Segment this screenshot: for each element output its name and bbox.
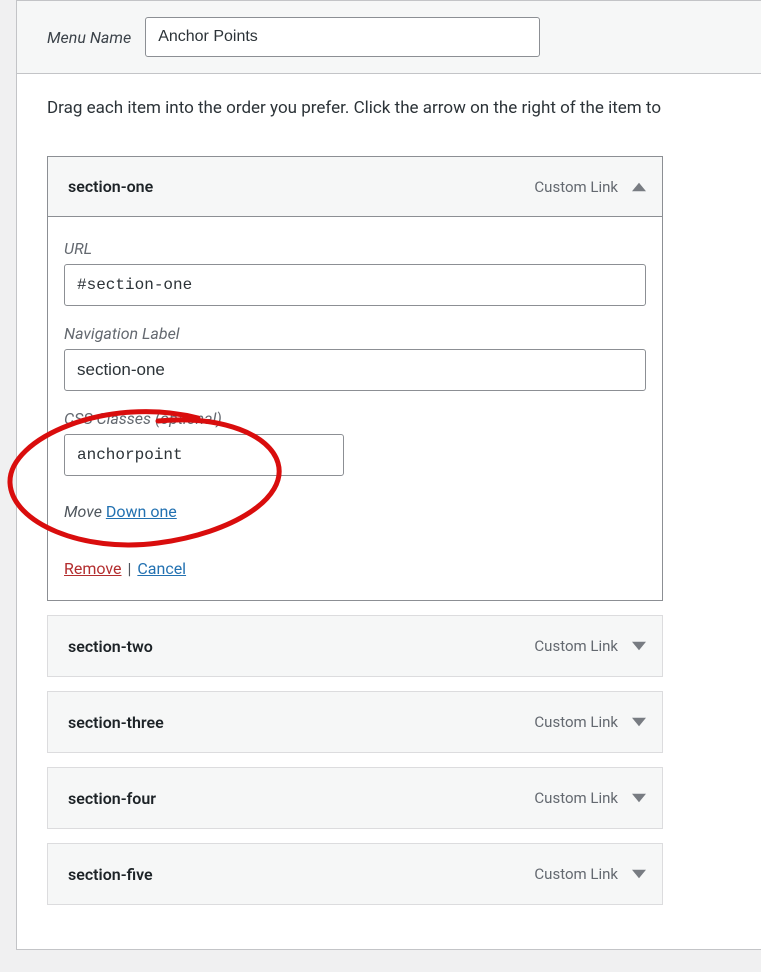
menu-item-handle[interactable]: section-three Custom Link xyxy=(48,692,662,752)
menu-item-collapsed: section-five Custom Link xyxy=(47,843,663,905)
menu-item-type: Custom Link xyxy=(534,865,618,883)
menu-item-title: section-one xyxy=(68,177,153,196)
cancel-link[interactable]: Cancel xyxy=(137,559,186,578)
menu-item-title: section-four xyxy=(68,789,156,808)
menu-item-settings: URL Navigation Label CSS Classes (option… xyxy=(48,217,662,600)
action-row: Remove | Cancel xyxy=(64,559,646,578)
menu-item-handle[interactable]: section-five Custom Link xyxy=(48,844,662,904)
menu-item-handle[interactable]: section-two Custom Link xyxy=(48,616,662,676)
collapse-arrow-icon[interactable] xyxy=(632,180,646,194)
menu-item-collapsed: section-two Custom Link xyxy=(47,615,663,677)
expand-arrow-icon[interactable] xyxy=(632,791,646,805)
move-down-link[interactable]: Down one xyxy=(106,502,177,521)
menu-item-type: Custom Link xyxy=(534,178,618,196)
nav-label-input[interactable] xyxy=(64,349,646,391)
menu-item-type: Custom Link xyxy=(534,637,618,655)
instructions-text: Drag each item into the order you prefer… xyxy=(47,98,746,118)
expand-arrow-icon[interactable] xyxy=(632,639,646,653)
menu-item-title: section-two xyxy=(68,637,153,656)
css-classes-field-label: CSS Classes (optional) xyxy=(64,409,646,428)
menu-name-label: Menu Name xyxy=(47,28,131,47)
menu-item-type: Custom Link xyxy=(534,713,618,731)
menu-item-title: section-three xyxy=(68,713,164,732)
move-label: Move xyxy=(64,502,102,521)
nav-label-field-label: Navigation Label xyxy=(64,324,646,343)
menu-item-expanded: section-one Custom Link URL xyxy=(47,156,663,601)
menu-name-input[interactable] xyxy=(145,17,540,57)
menu-item-collapsed: section-four Custom Link xyxy=(47,767,663,829)
menu-items-list: section-one Custom Link URL xyxy=(47,156,663,905)
url-input[interactable] xyxy=(64,264,646,306)
css-classes-input[interactable] xyxy=(64,434,344,476)
menu-item-title: section-five xyxy=(68,865,153,884)
menu-item-handle[interactable]: section-four Custom Link xyxy=(48,768,662,828)
menu-item-collapsed: section-three Custom Link xyxy=(47,691,663,753)
url-field-label: URL xyxy=(64,239,646,258)
expand-arrow-icon[interactable] xyxy=(632,867,646,881)
move-row: Move Down one xyxy=(64,502,646,521)
menu-header: Menu Name xyxy=(17,1,761,74)
menu-item-handle[interactable]: section-one Custom Link xyxy=(48,157,662,217)
remove-link[interactable]: Remove xyxy=(64,559,122,578)
expand-arrow-icon[interactable] xyxy=(632,715,646,729)
menu-item-type: Custom Link xyxy=(534,789,618,807)
action-separator: | xyxy=(125,559,137,578)
